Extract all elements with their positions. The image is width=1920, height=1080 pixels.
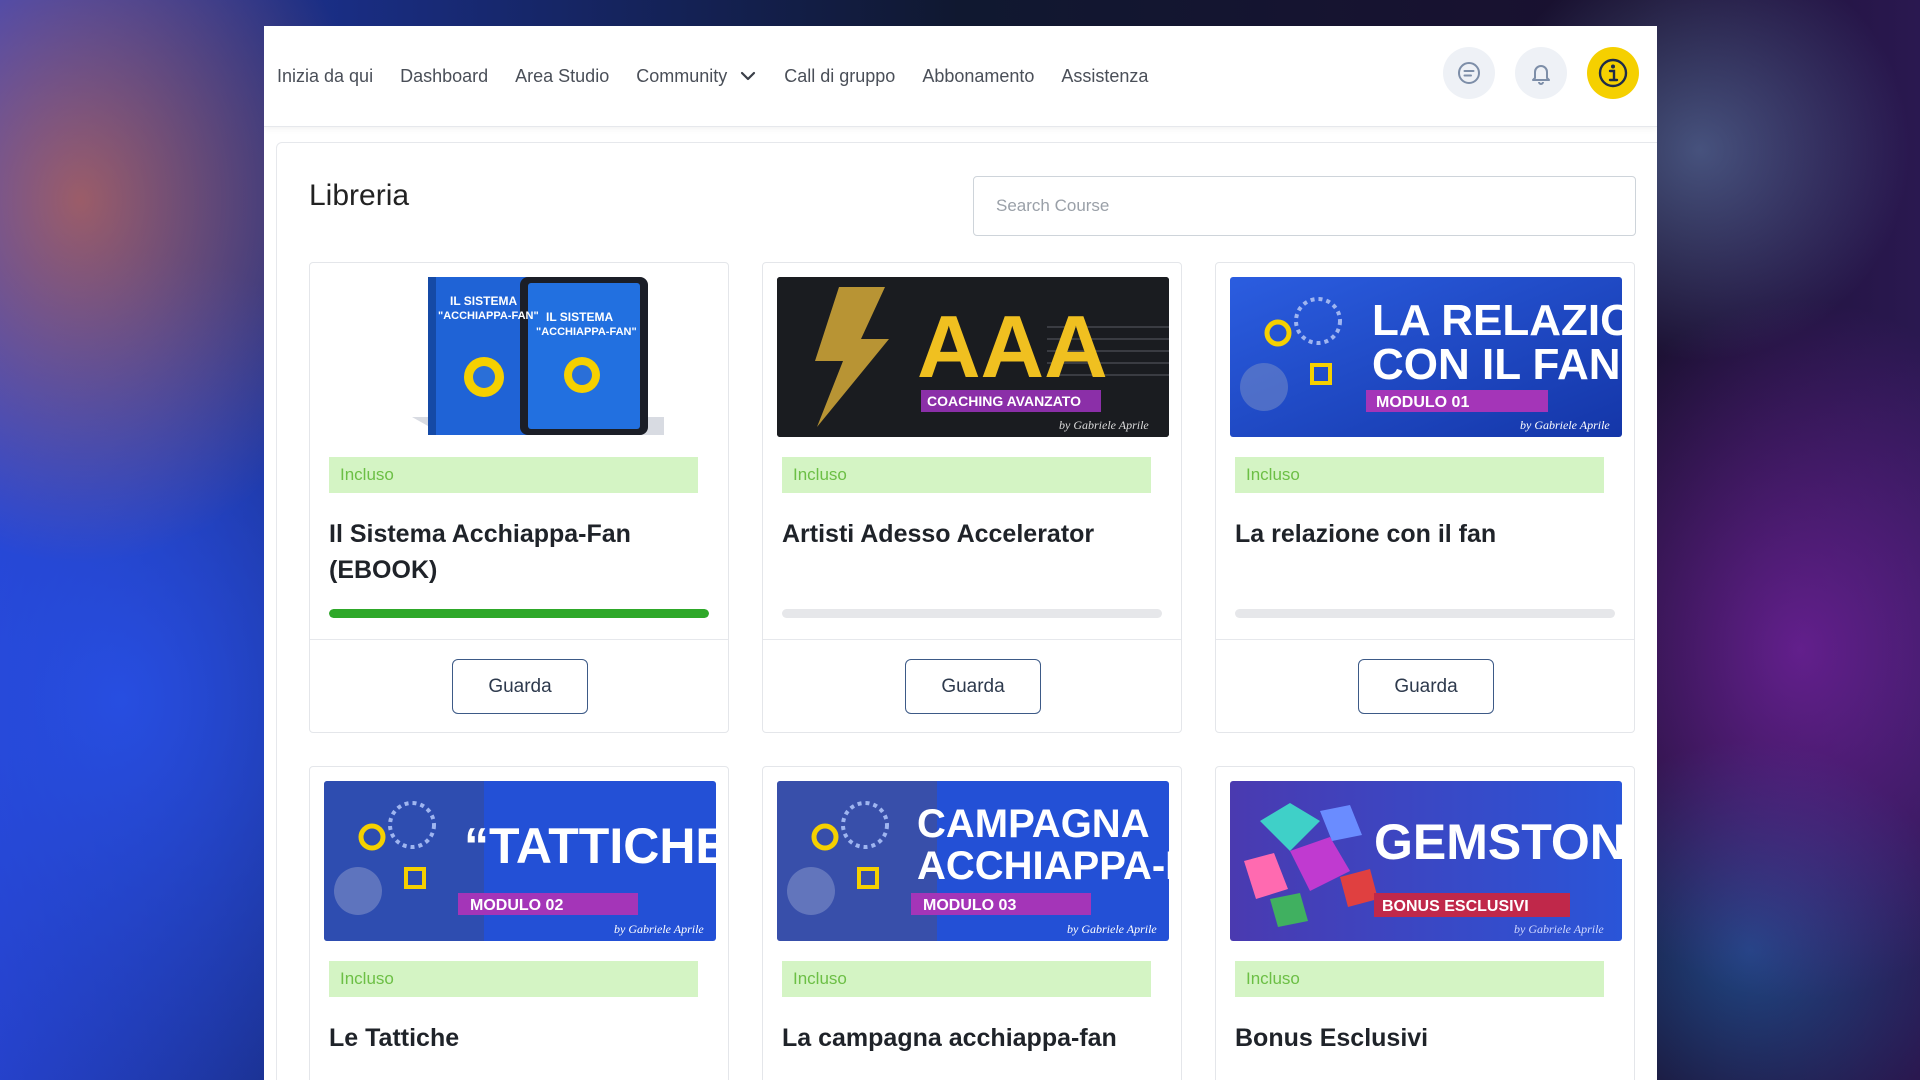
course-card: AAA COACHING AVANZATO by Gabriele Aprile… [762, 262, 1182, 733]
page-title: Libreria [309, 179, 410, 212]
course-thumbnail[interactable]: AAA COACHING AVANZATO by Gabriele Aprile [777, 277, 1169, 437]
bell-icon [1532, 65, 1550, 85]
library-panel: Libreria IL SISTEMA "ACCHIAPPA-FAN" IL S… [276, 142, 1657, 1080]
app-window: Inizia da qui Dashboard Area Studio Comm… [264, 26, 1657, 1080]
tablet-cover-subtitle: "ACCHIAPPA-FAN" [536, 326, 637, 338]
search-course-input[interactable] [973, 176, 1636, 236]
gemstones-cover-title: GEMSTONES [1374, 814, 1622, 870]
nav-label: Area Studio [515, 65, 610, 86]
course-thumbnail[interactable]: IL SISTEMA "ACCHIAPPA-FAN" IL SISTEMA "A… [324, 277, 716, 437]
tablet-cover-title: IL SISTEMA [546, 310, 613, 324]
course-thumbnail[interactable]: GEMSTONES BONUS ESCLUSIVI by Gabriele Ap… [1230, 781, 1622, 941]
course-card: LA RELAZIONE CON IL FAN MODULO 01 by Gab… [1215, 262, 1635, 733]
progress-fill [329, 609, 709, 618]
guarda-button[interactable]: Guarda [1358, 659, 1494, 714]
nav-label: Inizia da qui [277, 65, 374, 86]
nav-item-abbonamento[interactable]: Abbonamento [922, 66, 1034, 87]
relazione-cover-module: MODULO 01 [1376, 394, 1469, 411]
nav-item-area-studio[interactable]: Area Studio [515, 66, 609, 87]
divider [1216, 639, 1634, 640]
top-navigation: Inizia da qui Dashboard Area Studio Comm… [264, 26, 1657, 127]
campagna-cover-title-2: ACCHIAPPA-FAN [917, 844, 1169, 888]
campagna-cover-image: CAMPAGNA ACCHIAPPA-FAN MODULO 03 by Gabr… [777, 781, 1169, 941]
progress-bar [329, 609, 709, 618]
progress-bar [782, 609, 1162, 618]
relazione-cover-title-2: CON IL FAN [1372, 340, 1621, 389]
course-title[interactable]: Il Sistema Acchiappa-Fan (EBOOK) [329, 516, 709, 588]
tattiche-cover-image: “TATTICHE” MODULO 02 by Gabriele Aprile [324, 781, 716, 941]
tattiche-cover-title: “TATTICHE” [464, 818, 716, 874]
campagna-cover-author: by Gabriele Aprile [1067, 922, 1157, 936]
nav-item-inizia-da-qui[interactable]: Inizia da qui [277, 66, 373, 87]
relazione-cover-author: by Gabriele Aprile [1520, 418, 1610, 432]
course-title[interactable]: Artisti Adesso Accelerator [782, 516, 1162, 552]
course-thumbnail[interactable]: “TATTICHE” MODULO 02 by Gabriele Aprile [324, 781, 716, 941]
tattiche-cover-module: MODULO 02 [470, 897, 563, 914]
course-card: IL SISTEMA "ACCHIAPPA-FAN" IL SISTEMA "A… [309, 262, 729, 733]
nav-item-dashboard[interactable]: Dashboard [400, 66, 488, 87]
nav-label: Assistenza [1061, 65, 1149, 86]
campagna-cover-module: MODULO 03 [923, 897, 1016, 914]
relazione-cover-image: LA RELAZIONE CON IL FAN MODULO 01 by Gab… [1230, 277, 1622, 437]
campagna-cover-title: CAMPAGNA [917, 802, 1150, 846]
guarda-button[interactable]: Guarda [905, 659, 1041, 714]
aaa-cover-image: AAA COACHING AVANZATO by Gabriele Aprile [777, 277, 1169, 437]
course-card: “TATTICHE” MODULO 02 by Gabriele Aprile … [309, 766, 729, 1080]
info-icon [1598, 58, 1628, 88]
course-thumbnail[interactable]: CAMPAGNA ACCHIAPPA-FAN MODULO 03 by Gabr… [777, 781, 1169, 941]
status-badge: Incluso [1235, 961, 1604, 997]
gemstones-cover-image: GEMSTONES BONUS ESCLUSIVI by Gabriele Ap… [1230, 781, 1622, 941]
messages-button[interactable] [1443, 47, 1495, 99]
course-title[interactable]: Le Tattiche [329, 1020, 709, 1056]
aaa-cover-author: by Gabriele Aprile [1059, 418, 1149, 432]
status-badge: Incluso [782, 457, 1151, 493]
aaa-cover-title: AAA [917, 297, 1108, 396]
course-card: GEMSTONES BONUS ESCLUSIVI by Gabriele Ap… [1215, 766, 1635, 1080]
info-button[interactable] [1587, 47, 1639, 99]
nav-label: Dashboard [400, 65, 489, 86]
nav-item-assistenza[interactable]: Assistenza [1061, 66, 1148, 87]
course-title[interactable]: La campagna acchiappa-fan [782, 1020, 1162, 1056]
notifications-button[interactable] [1515, 47, 1567, 99]
chevron-down-icon [741, 71, 756, 81]
divider [763, 639, 1181, 640]
nav-label: Abbonamento [922, 65, 1035, 86]
ebook-cover-subtitle: "ACCHIAPPA-FAN" [438, 310, 539, 322]
nav-item-call-di-gruppo[interactable]: Call di gruppo [784, 66, 895, 87]
nav-label: Community [636, 65, 728, 86]
course-title[interactable]: La relazione con il fan [1235, 516, 1615, 552]
guarda-button[interactable]: Guarda [452, 659, 588, 714]
course-title[interactable]: Bonus Esclusivi [1235, 1020, 1615, 1056]
ebook-cover-image: IL SISTEMA "ACCHIAPPA-FAN" IL SISTEMA "A… [412, 277, 664, 435]
gemstones-cover-subtitle: BONUS ESCLUSIVI [1382, 898, 1529, 915]
status-badge: Incluso [782, 961, 1151, 997]
course-card: CAMPAGNA ACCHIAPPA-FAN MODULO 03 by Gabr… [762, 766, 1182, 1080]
nav-label: Call di gruppo [784, 65, 896, 86]
gemstones-cover-author: by Gabriele Aprile [1514, 922, 1604, 936]
tattiche-cover-author: by Gabriele Aprile [614, 922, 704, 936]
status-badge: Incluso [1235, 457, 1604, 493]
chat-icon [1458, 62, 1480, 84]
status-badge: Incluso [329, 457, 698, 493]
nav-icon-group [1443, 47, 1639, 99]
aaa-cover-subtitle: COACHING AVANZATO [927, 393, 1081, 409]
status-badge: Incluso [329, 961, 698, 997]
progress-bar [1235, 609, 1615, 618]
divider [310, 639, 728, 640]
nav-item-community[interactable]: Community [636, 66, 757, 87]
ebook-cover-title: IL SISTEMA [450, 294, 517, 308]
relazione-cover-title: LA RELAZIONE [1372, 296, 1622, 345]
course-thumbnail[interactable]: LA RELAZIONE CON IL FAN MODULO 01 by Gab… [1230, 277, 1622, 437]
